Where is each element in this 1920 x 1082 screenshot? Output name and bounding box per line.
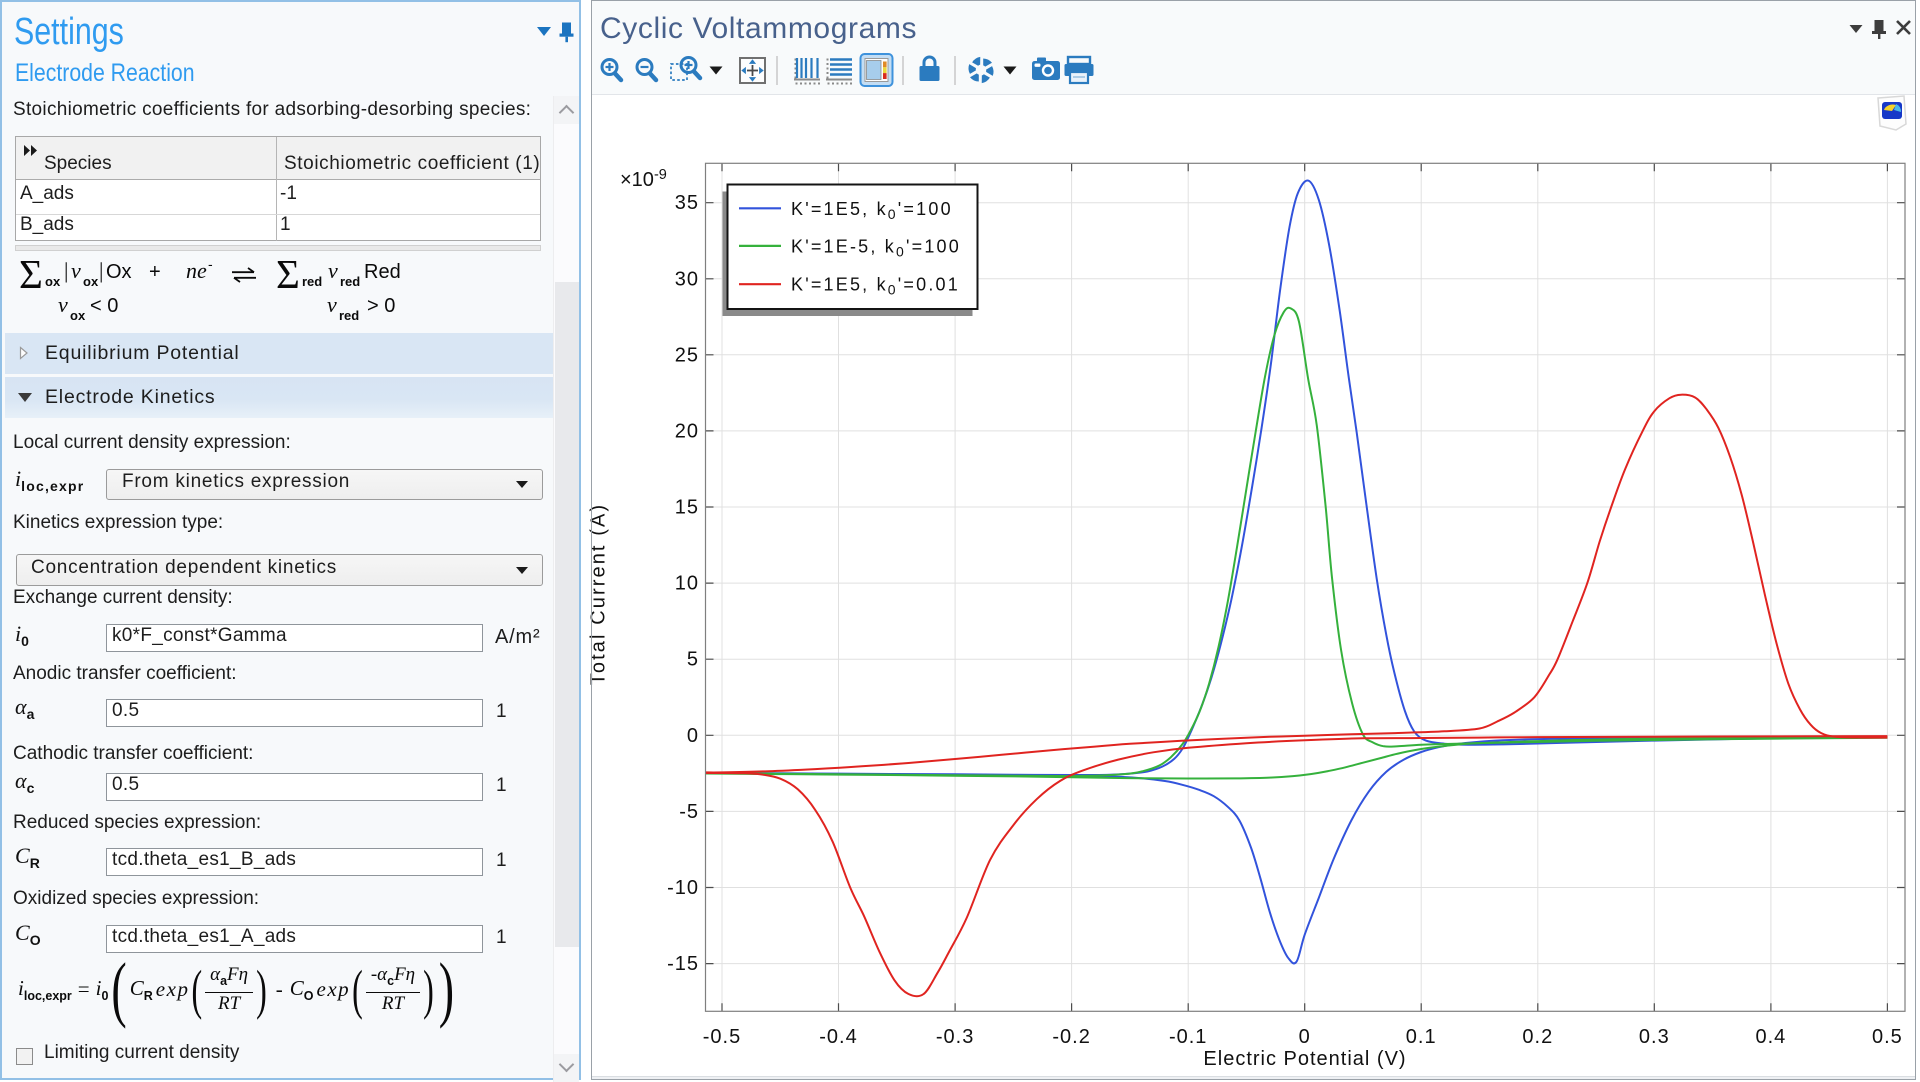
svg-text:0.2: 0.2 <box>1522 1026 1553 1048</box>
svg-text:15: 15 <box>675 497 699 519</box>
svg-text:-0.1: -0.1 <box>1169 1026 1207 1048</box>
svg-text:K'=1E-5, k0'=100: K'=1E-5, k0'=100 <box>791 236 961 259</box>
svg-text:10: 10 <box>675 573 699 595</box>
svg-text:-0.3: -0.3 <box>936 1026 974 1048</box>
svg-text:0.5: 0.5 <box>1872 1026 1903 1048</box>
svg-text:-5: -5 <box>679 801 699 823</box>
svg-text:-15: -15 <box>667 953 699 975</box>
svg-text:35: 35 <box>675 192 699 214</box>
svg-text:K'=1E5, k0'=100: K'=1E5, k0'=100 <box>791 199 953 222</box>
svg-text:-0.5: -0.5 <box>703 1026 741 1048</box>
svg-text:0.3: 0.3 <box>1639 1026 1670 1048</box>
svg-text:5: 5 <box>687 649 699 671</box>
svg-text:20: 20 <box>675 420 699 442</box>
svg-text:Total Current (A): Total Current (A) <box>588 503 610 685</box>
svg-text:30: 30 <box>675 268 699 290</box>
svg-text:-0.2: -0.2 <box>1052 1026 1090 1048</box>
svg-text:×10-9: ×10-9 <box>620 167 667 191</box>
svg-text:Electric Potential (V): Electric Potential (V) <box>1203 1048 1406 1070</box>
svg-text:25: 25 <box>675 344 699 366</box>
svg-text:0.1: 0.1 <box>1406 1026 1437 1048</box>
svg-text:-0.4: -0.4 <box>819 1026 857 1048</box>
svg-text:0.4: 0.4 <box>1755 1026 1786 1048</box>
svg-text:K'=1E5, k0'=0.01: K'=1E5, k0'=0.01 <box>791 275 960 298</box>
svg-text:-10: -10 <box>667 877 699 899</box>
svg-text:0: 0 <box>687 725 699 747</box>
svg-text:0: 0 <box>1299 1026 1311 1048</box>
